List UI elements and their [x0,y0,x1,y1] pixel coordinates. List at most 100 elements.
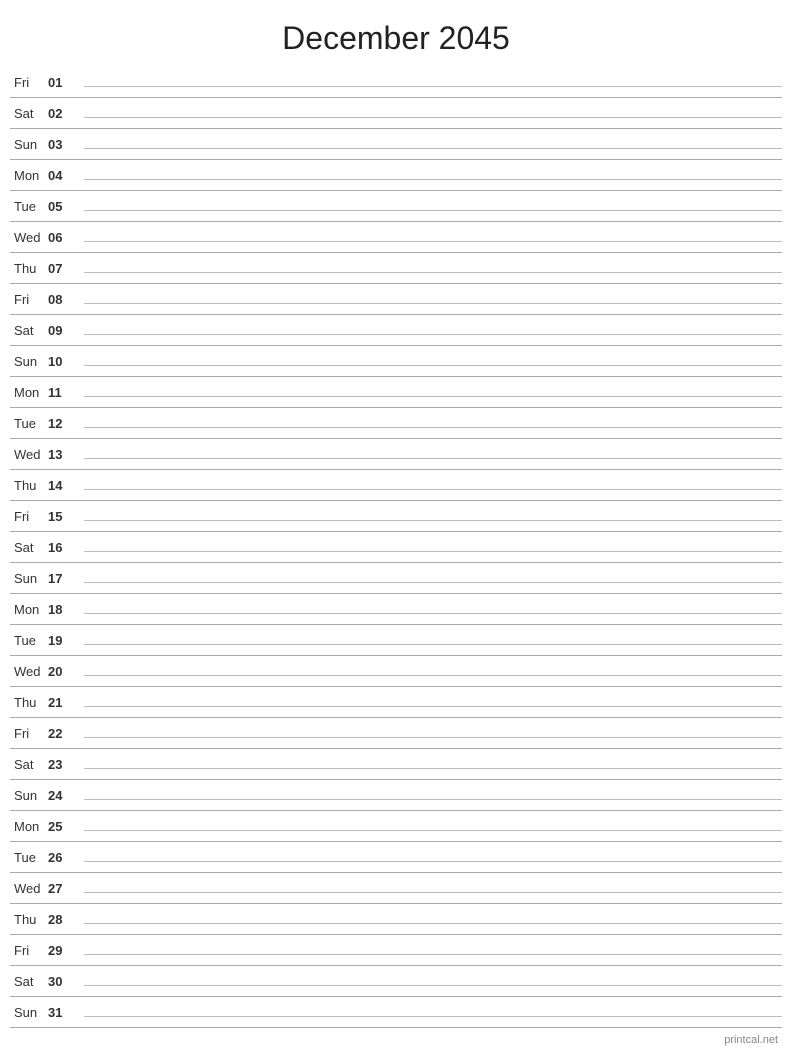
day-number: 25 [48,819,76,834]
day-row: Fri22 [10,718,782,749]
day-number: 12 [48,416,76,431]
day-row: Mon25 [10,811,782,842]
day-line [84,923,782,924]
day-row: Thu28 [10,904,782,935]
day-line [84,396,782,397]
day-number: 11 [48,385,76,400]
day-name: Sat [10,323,48,338]
day-name: Mon [10,385,48,400]
day-name: Sun [10,571,48,586]
day-row: Sun10 [10,346,782,377]
day-name: Sun [10,354,48,369]
day-number: 26 [48,850,76,865]
day-number: 16 [48,540,76,555]
day-number: 21 [48,695,76,710]
day-row: Sun03 [10,129,782,160]
day-row: Thu07 [10,253,782,284]
day-line [84,985,782,986]
day-name: Thu [10,478,48,493]
day-name: Sat [10,757,48,772]
day-number: 22 [48,726,76,741]
day-name: Mon [10,602,48,617]
day-name: Mon [10,819,48,834]
day-name: Tue [10,199,48,214]
day-number: 01 [48,75,76,90]
day-row: Thu14 [10,470,782,501]
day-number: 27 [48,881,76,896]
day-name: Wed [10,447,48,462]
day-number: 28 [48,912,76,927]
day-number: 20 [48,664,76,679]
day-row: Sun17 [10,563,782,594]
day-row: Wed20 [10,656,782,687]
day-row: Sat23 [10,749,782,780]
day-number: 08 [48,292,76,307]
day-row: Wed06 [10,222,782,253]
day-line [84,272,782,273]
day-row: Wed13 [10,439,782,470]
day-line [84,489,782,490]
day-row: Tue12 [10,408,782,439]
day-name: Fri [10,943,48,958]
day-number: 14 [48,478,76,493]
day-line [84,830,782,831]
day-number: 07 [48,261,76,276]
day-line [84,365,782,366]
day-number: 13 [48,447,76,462]
day-number: 23 [48,757,76,772]
day-row: Fri15 [10,501,782,532]
day-number: 15 [48,509,76,524]
day-row: Sat09 [10,315,782,346]
day-row: Tue19 [10,625,782,656]
day-row: Mon11 [10,377,782,408]
day-name: Tue [10,416,48,431]
day-line [84,303,782,304]
day-number: 04 [48,168,76,183]
day-name: Sun [10,137,48,152]
day-name: Tue [10,850,48,865]
day-line [84,799,782,800]
day-line [84,582,782,583]
calendar-container: Fri01Sat02Sun03Mon04Tue05Wed06Thu07Fri08… [0,67,792,1028]
day-line [84,458,782,459]
day-line [84,117,782,118]
day-line [84,954,782,955]
day-name: Wed [10,230,48,245]
day-line [84,148,782,149]
day-line [84,644,782,645]
day-number: 30 [48,974,76,989]
day-row: Sat02 [10,98,782,129]
day-line [84,520,782,521]
day-number: 24 [48,788,76,803]
day-row: Fri01 [10,67,782,98]
day-name: Fri [10,292,48,307]
day-name: Sun [10,788,48,803]
day-number: 10 [48,354,76,369]
day-row: Sat16 [10,532,782,563]
footer-text: printcal.net [724,1034,778,1046]
page-title: December 2045 [0,0,792,67]
day-name: Wed [10,881,48,896]
day-name: Thu [10,695,48,710]
day-line [84,768,782,769]
day-line [84,1016,782,1017]
day-line [84,892,782,893]
day-row: Thu21 [10,687,782,718]
day-name: Thu [10,912,48,927]
day-row: Sun24 [10,780,782,811]
day-row: Tue05 [10,191,782,222]
day-name: Fri [10,726,48,741]
day-number: 18 [48,602,76,617]
day-line [84,737,782,738]
day-name: Thu [10,261,48,276]
day-line [84,551,782,552]
day-number: 03 [48,137,76,152]
day-name: Sat [10,540,48,555]
day-line [84,675,782,676]
day-name: Wed [10,664,48,679]
day-name: Sat [10,106,48,121]
day-name: Sat [10,974,48,989]
day-name: Mon [10,168,48,183]
day-row: Fri29 [10,935,782,966]
day-line [84,427,782,428]
